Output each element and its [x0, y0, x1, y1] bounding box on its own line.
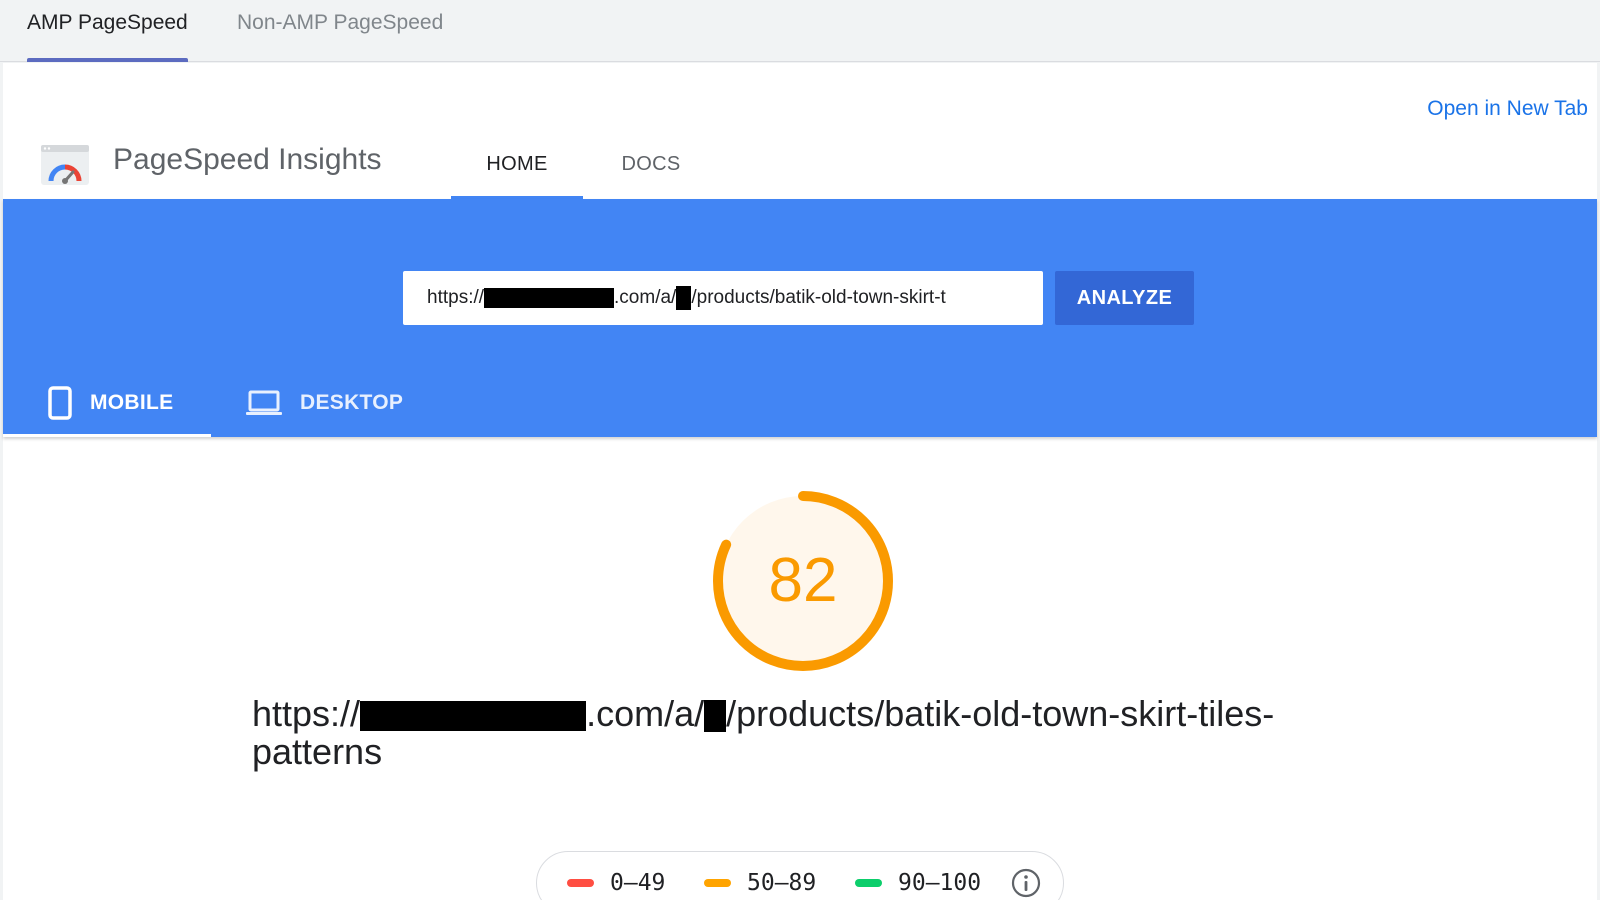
tab-non-amp-pagespeed-label: Non-AMP PageSpeed — [237, 11, 444, 34]
active-tab-indicator — [27, 58, 188, 62]
url-input[interactable]: https:// .com/a/ /products/batik-old-town-… — [403, 271, 1043, 325]
nav-tab-home-label: HOME — [486, 153, 548, 175]
legend-item-fail: 0–49 — [567, 852, 665, 900]
pagespeed-logo-icon — [41, 145, 89, 185]
search-hero: https:// .com/a/ /products/batik-old-town-… — [3, 199, 1597, 437]
performance-score: 82 — [768, 546, 838, 615]
tab-amp-pagespeed-label: AMP PageSpeed — [27, 11, 188, 34]
legend-pass-label: 90–100 — [898, 870, 982, 896]
device-tab-desktop[interactable]: DESKTOP — [246, 369, 406, 437]
device-tab-desktop-label: DESKTOP — [300, 391, 404, 414]
url-middle: .com/a/ — [614, 287, 677, 308]
url-prefix: https:// — [427, 287, 485, 308]
redacted-segment — [704, 700, 727, 733]
legend-average-label: 50–89 — [747, 870, 817, 896]
analyzed-url: https://.com/a//products/batik-old-town-… — [252, 695, 1352, 771]
device-tab-mobile-label: MOBILE — [90, 391, 174, 414]
tab-non-amp-pagespeed[interactable]: Non-AMP PageSpeed — [237, 0, 457, 62]
legend-fail-label: 0–49 — [610, 870, 666, 896]
active-device-indicator — [3, 434, 211, 437]
redacted-domain — [360, 701, 587, 732]
tab-amp-pagespeed[interactable]: AMP PageSpeed — [27, 0, 188, 62]
legend-item-pass: 90–100 — [855, 852, 981, 900]
redacted-domain — [484, 287, 615, 308]
analyzed-url-prefix: https:// — [252, 693, 361, 734]
redacted-segment — [676, 285, 692, 310]
nav-tab-docs[interactable]: DOCS — [603, 136, 699, 199]
legend-pass-swatch — [855, 879, 882, 887]
device-tab-mobile[interactable]: MOBILE — [3, 369, 211, 437]
outer-tab-bar: AMP PageSpeed Non-AMP PageSpeed — [0, 0, 1600, 62]
analyze-button[interactable]: ANALYZE — [1055, 271, 1194, 325]
app-title: PageSpeed Insights — [113, 143, 382, 176]
laptop-icon — [246, 389, 282, 417]
score-legend: 0–49 50–89 90–100 — [536, 851, 1064, 900]
smartphone-icon — [48, 386, 72, 420]
nav-tab-home[interactable]: HOME — [451, 136, 583, 199]
nav-tab-docs-label: DOCS — [621, 153, 681, 175]
analyzed-url-middle: .com/a/ — [586, 693, 705, 734]
url-suffix: /products/batik-old-town-skirt-t — [691, 287, 946, 308]
legend-fail-swatch — [567, 879, 594, 887]
legend-item-average: 50–89 — [704, 852, 816, 900]
info-icon[interactable] — [1011, 868, 1041, 898]
pagespeed-panel: Open in New Tab PageSpeed Insights HOME … — [3, 63, 1597, 900]
legend-average-swatch — [704, 879, 731, 887]
open-in-new-tab-link[interactable]: Open in New Tab — [1427, 97, 1588, 121]
